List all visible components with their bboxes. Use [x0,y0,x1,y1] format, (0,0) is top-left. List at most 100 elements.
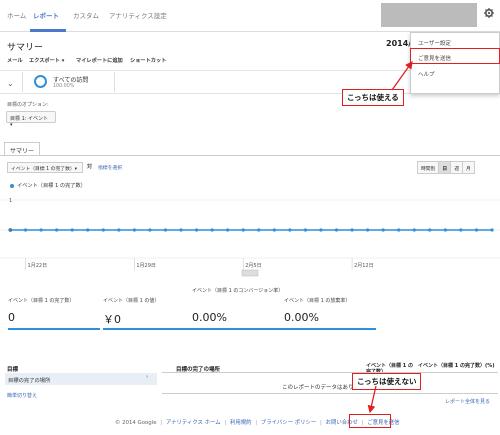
chart-resize-handle[interactable] [241,269,259,277]
goal-option-label: 目標のオプション: [7,102,49,108]
data-point[interactable] [303,228,308,232]
granularity-buttons: 時間別 日 週 月 [417,161,475,174]
annotation-highlight-menu [410,48,500,64]
easy-switch-link[interactable]: 簡単切り替え [7,392,37,399]
data-point[interactable] [397,228,401,232]
data-point[interactable] [459,228,463,232]
tab-summary[interactable]: サマリー [4,142,40,156]
goal-column-header: 目標 [7,367,19,373]
scorecard-value: ￥0 [103,313,121,326]
menu-item-help[interactable]: ヘルプ [418,70,435,78]
add-to-dashboard-button[interactable]: マイレポートに追加 [76,57,123,64]
scorecard-sparkline [8,328,100,330]
footer-link-terms[interactable]: 利用規約 [230,420,252,426]
email-button[interactable]: メール [7,57,23,64]
x-tick-label: 2月12日 [354,263,374,269]
scorecard-value: 0.00% [192,311,227,324]
chevron-right-icon: › [146,374,148,380]
metric-select[interactable]: イベント（目標 1 の完了数）▾ [7,162,83,173]
data-point[interactable] [55,228,59,232]
select-metric-link[interactable]: 指標を選択 [98,164,122,171]
copyright: © 2014 Google [115,420,157,426]
segment-percent: 100.00% [53,84,75,89]
scorecard-label: イベント（目標 1 のコンバージョン率） [192,288,284,294]
account-selector[interactable] [381,3,477,27]
granularity-month-button[interactable]: 月 [462,161,475,174]
tab-reports[interactable]: レポート [33,10,59,20]
y-tick-label: 0 [9,228,12,234]
shortcut-button[interactable]: ショートカット [130,57,166,64]
view-full-report-link[interactable]: レポート全体を見る [445,398,490,405]
data-point[interactable] [148,228,152,232]
data-point[interactable] [288,228,292,232]
data-point[interactable] [86,228,90,232]
scorecard-sparkline [192,328,284,330]
data-point[interactable] [443,228,447,232]
divider [0,155,500,156]
tab-admin[interactable]: アナリティクス設定 [109,10,167,20]
segment-circle-icon [34,75,47,88]
data-point[interactable] [428,228,432,232]
scorecard[interactable]: イベント（目標 1 の値） ￥0 [103,288,195,336]
gear-icon[interactable] [484,8,494,18]
data-point[interactable] [272,228,276,232]
data-point[interactable] [257,228,261,232]
scorecard-value: 0 [8,311,15,324]
data-point[interactable] [350,228,354,232]
data-point[interactable] [163,228,168,232]
page-title: サマリー [7,43,44,53]
annotation-callout-unusable: こっちは使えない [352,373,422,390]
data-point[interactable] [490,228,494,232]
data-point[interactable] [70,228,74,232]
annotation-callout-usable: こっちは使える [342,89,404,106]
annotation-highlight-footer [349,414,391,428]
scorecards: イベント（目標 1 の完了数） 0 イベント（目標 1 の値） ￥0 イベント（… [0,288,500,336]
data-point[interactable] [132,228,136,232]
active-tab-indicator [30,29,66,32]
data-point[interactable] [194,228,199,232]
goal-select[interactable]: 目標 1: イベント ▾ [6,111,56,128]
menu-item-user-settings[interactable]: ユーザー設定 [418,39,451,47]
scorecard-label: イベント（目標 1 の値） [103,298,160,304]
data-point[interactable] [334,228,339,232]
data-point[interactable] [366,228,370,232]
divider [22,72,23,92]
line-chart: 1月22日 1月29日 2月5日 2月12日 1 0 [0,198,500,277]
date-range-label[interactable]: 2014/ [386,39,411,48]
scorecard[interactable]: イベント（目標 1 のコンバージョン率） 0.00% [192,288,284,336]
data-point[interactable] [210,228,214,232]
segment-name[interactable]: すべての訪問 [53,75,88,84]
data-point[interactable] [101,228,105,232]
scorecard-label: イベント（目標 1 の完了数） [8,298,75,304]
goal-row-completion-location[interactable]: 目標の完了の場所 [5,373,157,385]
data-point[interactable] [226,228,230,232]
scorecard-sparkline [103,328,195,330]
granularity-hour-button[interactable]: 時間別 [417,161,440,174]
data-point[interactable] [412,228,416,232]
scorecard-value: 0.00% [284,311,319,324]
data-point[interactable] [381,228,385,232]
chevron-down-icon[interactable]: ⌄ [7,79,14,88]
export-button[interactable]: エクスポート ▾ [29,57,64,64]
data-point[interactable] [117,228,121,232]
data-point[interactable] [474,228,479,232]
footer-link-home[interactable]: アナリティクス ホーム [166,420,221,426]
scorecard[interactable]: イベント（目標 1 の放棄率） 0.00% [284,288,376,336]
divider [114,72,115,92]
data-point[interactable] [23,228,28,232]
data-point[interactable] [319,228,323,232]
completions-percent-column-header[interactable]: イベント（目標 1 の完了数）(%) [418,363,496,369]
scorecard-label: イベント（目標 1 の放棄率） [284,298,351,304]
x-tick-label: 2月5日 [245,263,261,269]
data-point[interactable] [179,228,183,232]
tab-custom[interactable]: カスタム [73,10,99,20]
scorecard[interactable]: イベント（目標 1 の完了数） 0 [8,288,100,336]
x-tick-label: 1月29日 [136,263,156,269]
data-point[interactable] [39,228,43,232]
vs-label: 対 [87,164,93,170]
y-tick-label: 1 [9,198,12,204]
tab-home[interactable]: ホーム [7,10,26,20]
legend-dot-icon [10,184,14,188]
data-point[interactable] [241,228,245,232]
footer-link-privacy[interactable]: プライバシー ポリシー [261,420,317,426]
